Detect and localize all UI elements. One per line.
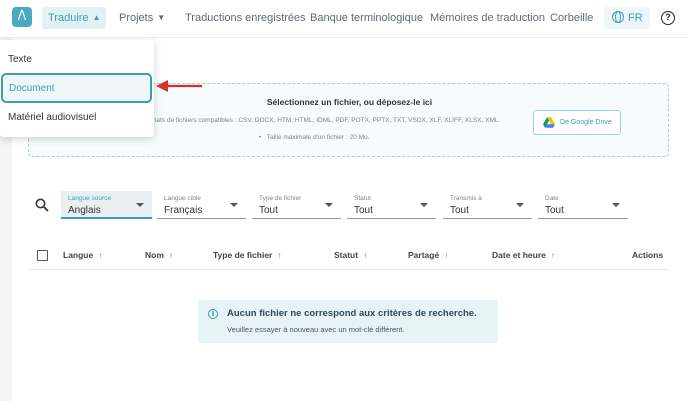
filter-date-value: Tout [545, 205, 564, 216]
column-statut-label: Statut [334, 250, 359, 260]
filter-statut[interactable]: Statut Tout [347, 191, 436, 219]
google-drive-label: De Google Drive [560, 119, 612, 126]
filter-transmis-a-label: Transmis à [450, 195, 482, 202]
traduire-dropdown-menu: Texte Document Matériel audiovisuel [0, 40, 154, 137]
filter-langue-cible-label: Langue cible [164, 195, 201, 202]
language-selector[interactable]: FR [604, 7, 650, 29]
nav-projets[interactable]: Projets ▼ [119, 0, 165, 36]
caret-down-icon [325, 203, 333, 207]
sort-arrow-icon: ↑ [277, 251, 282, 260]
table-header: Langue ↑ Nom ↑ Type de fichier ↑ Statut ↑ Pa… [28, 241, 669, 270]
column-langue[interactable]: Langue ↑ [63, 250, 102, 260]
filter-langue-source-label: Langue source [68, 195, 112, 202]
filter-langue-source-value: Anglais [68, 205, 101, 216]
dropzone-formats: mats de fichiers compatibles : CSV, DOCX… [151, 117, 501, 124]
filter-type-de-fichier[interactable]: Type de fichier Tout [252, 191, 341, 219]
chevron-up-icon: ▲ [92, 13, 101, 22]
globe-icon [612, 11, 624, 23]
sort-arrow-icon: ↑ [444, 251, 449, 260]
menu-item-texte[interactable]: Texte [8, 54, 32, 65]
google-drive-button[interactable]: De Google Drive [533, 110, 621, 135]
empty-state-subtitle: Veuillez essayer à nouveau avec un mot-c… [227, 325, 405, 334]
nav-banque-terminologique[interactable]: Banque terminologique [310, 0, 423, 36]
info-icon: i [208, 309, 218, 319]
caret-down-icon [612, 203, 620, 207]
column-statut[interactable]: Statut ↑ [334, 250, 367, 260]
nav-traduire-label: Traduire [48, 12, 89, 24]
caret-down-icon [230, 203, 238, 207]
google-drive-icon [543, 117, 555, 128]
menu-item-document[interactable]: Document [1, 73, 152, 103]
filter-statut-label: Statut [354, 195, 371, 202]
filter-date[interactable]: Date Tout [538, 191, 628, 219]
language-code: FR [628, 12, 643, 24]
nav-projets-label: Projets [119, 12, 154, 24]
filter-type-de-fichier-value: Tout [259, 205, 278, 216]
caret-down-icon [420, 203, 428, 207]
menu-item-materiel-audiovisuel[interactable]: Matériel audiovisuel [8, 112, 96, 123]
dropzone-max-size-text: Taille maximale d'un fichier : 20 Mo. [266, 134, 370, 141]
filter-langue-cible[interactable]: Langue cible Français [157, 191, 246, 219]
column-actions: Actions [632, 250, 664, 260]
column-date-et-heure-label: Date et heure [492, 250, 546, 260]
search-icon[interactable] [35, 198, 49, 212]
filter-langue-source[interactable]: Langue source Anglais [61, 191, 152, 219]
nav-memoires-de-traduction[interactable]: Mémoires de traduction [430, 0, 545, 36]
nav-traduire[interactable]: Traduire ▲ [42, 7, 106, 29]
column-nom[interactable]: Nom ↑ [145, 250, 173, 260]
help-icon[interactable]: ? [661, 11, 675, 25]
empty-state-notice: i Aucun fichier ne correspond aux critèr… [198, 300, 498, 343]
column-partage[interactable]: Partagé ↑ [408, 250, 448, 260]
caret-down-icon [516, 203, 524, 207]
nav-traductions-enregistrees[interactable]: Traductions enregistrées [185, 0, 306, 36]
app-logo[interactable]: Λ [12, 7, 32, 27]
column-type-de-fichier-label: Type de fichier [213, 250, 273, 260]
column-date-et-heure[interactable]: Date et heure ↑ [492, 250, 555, 260]
column-nom-label: Nom [145, 250, 164, 260]
column-partage-label: Partagé [408, 250, 440, 260]
callout-arrow-icon [156, 80, 202, 92]
caret-down-icon [136, 203, 144, 207]
empty-state-title: Aucun fichier ne correspond aux critères… [227, 308, 477, 319]
menu-item-document-label: Document [9, 83, 55, 94]
chevron-down-icon: ▼ [157, 13, 166, 22]
select-all-checkbox[interactable] [37, 250, 48, 261]
filter-statut-value: Tout [354, 205, 373, 216]
sort-arrow-icon: ↑ [168, 251, 173, 260]
filter-date-label: Date [545, 195, 559, 202]
sort-arrow-icon: ↑ [550, 251, 555, 260]
dropzone-max-size: • Taille maximale d'un fichier : 20 Mo. [259, 134, 370, 141]
filter-type-de-fichier-label: Type de fichier [259, 195, 302, 202]
filter-transmis-a[interactable]: Transmis à Tout [443, 191, 532, 219]
top-navigation: Λ Traduire ▲ Projets ▼ Traductions enregis… [0, 0, 688, 38]
column-langue-label: Langue [63, 250, 94, 260]
filter-langue-cible-value: Français [164, 205, 203, 216]
sort-arrow-icon: ↑ [98, 251, 103, 260]
column-type-de-fichier[interactable]: Type de fichier ↑ [213, 250, 281, 260]
filter-transmis-a-value: Tout [450, 205, 469, 216]
sort-arrow-icon: ↑ [363, 251, 368, 260]
nav-corbeille[interactable]: Corbeille [550, 0, 593, 36]
